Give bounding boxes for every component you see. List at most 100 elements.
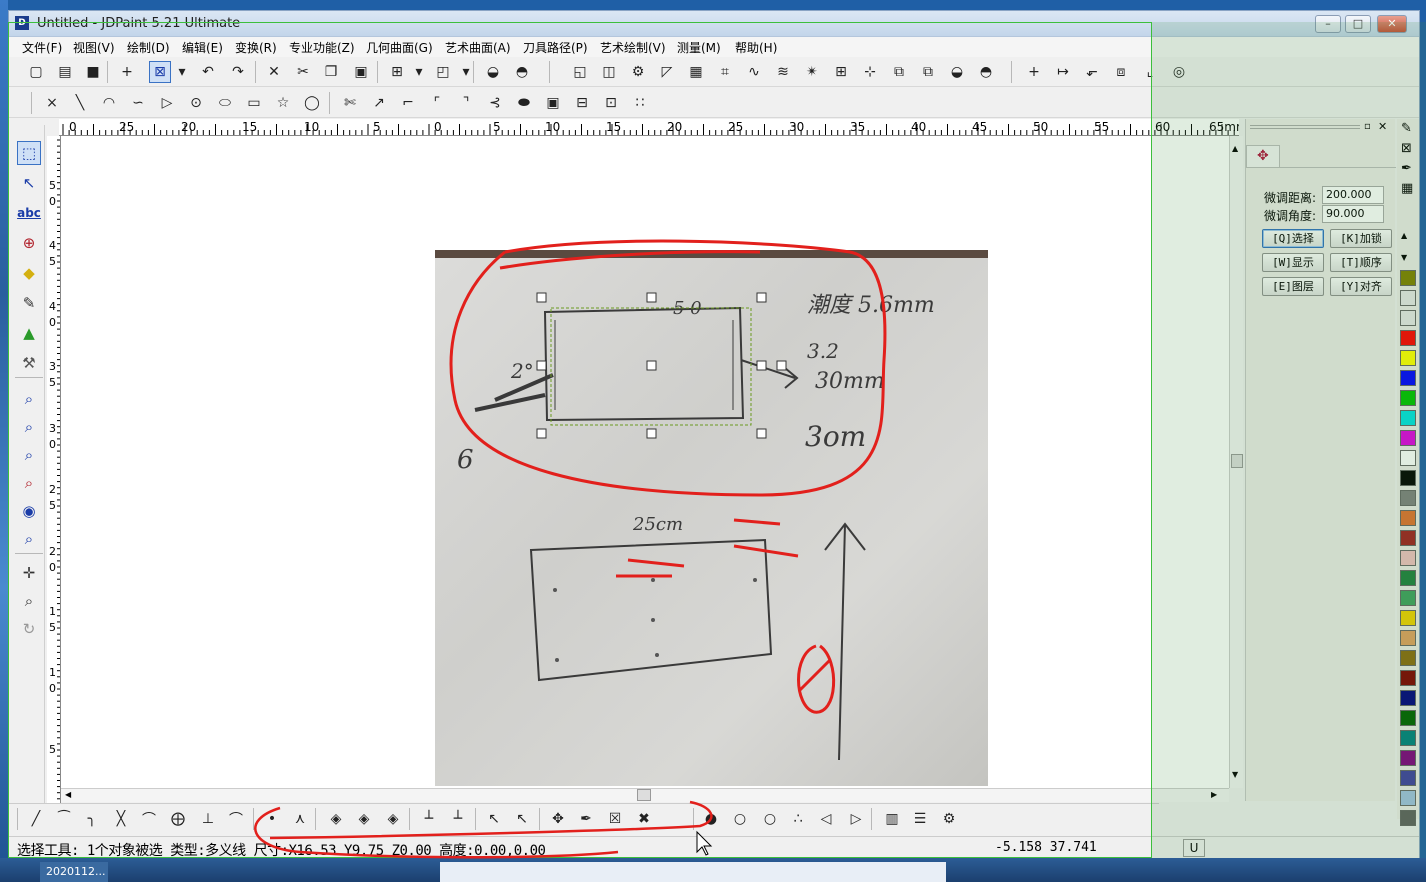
rotate-icon[interactable]: ⚙ — [627, 61, 649, 83]
undo-icon[interactable]: ↶ — [197, 61, 219, 83]
no-color-icon[interactable]: ⊠ — [1401, 141, 1412, 156]
palette-scroll-down-icon[interactable]: ▼ — [1401, 253, 1407, 262]
menu-item-4[interactable]: 变换(R) — [235, 39, 277, 56]
book-icon[interactable]: ▥ — [881, 808, 903, 830]
lock-k-button[interactable]: [K]加锁 — [1330, 229, 1392, 248]
wave-icon[interactable]: ≋ — [772, 61, 794, 83]
color-swatch[interactable] — [1400, 510, 1416, 526]
cut-icon[interactable]: ✂ — [292, 61, 314, 83]
menu-item-11[interactable]: 帮助(H) — [735, 39, 777, 56]
tangent-icon[interactable]: ⁀ — [53, 808, 75, 830]
eyedropper-icon[interactable]: ✒ — [1401, 161, 1412, 176]
node-icon[interactable]: ✴ — [801, 61, 823, 83]
taskbar-window-preview[interactable] — [440, 862, 946, 882]
layer-icon[interactable]: ⧉ — [888, 61, 910, 83]
scroll-down-icon[interactable]: ▼ — [1232, 770, 1238, 779]
diamond3-icon[interactable]: ◈ — [382, 808, 404, 830]
order-t-button[interactable]: [T]顺序 — [1330, 253, 1392, 272]
bulbs-icon[interactable]: ∴ — [787, 808, 809, 830]
bulb1-icon[interactable]: ○ — [729, 808, 751, 830]
delete-icon[interactable]: ✕ — [263, 61, 285, 83]
tangent2-icon[interactable]: ⌒ — [225, 808, 247, 830]
color-swatch[interactable] — [1400, 710, 1416, 726]
color-swatch[interactable] — [1400, 590, 1416, 606]
color-swatch[interactable] — [1400, 570, 1416, 586]
fillet-icon[interactable]: ⌐ — [397, 92, 419, 114]
crosshair-icon[interactable]: + — [116, 61, 138, 83]
circle-snap-icon[interactable]: ⨁ — [167, 808, 189, 830]
transform-tool-icon[interactable]: ⊕ — [17, 231, 41, 255]
color-swatch[interactable] — [1400, 310, 1416, 326]
color-swatch[interactable] — [1400, 290, 1416, 306]
color-swatch[interactable] — [1400, 670, 1416, 686]
color-swatch[interactable] — [1400, 770, 1416, 786]
maximize-button[interactable]: □ — [1345, 15, 1371, 33]
menu-item-8[interactable]: 刀具路径(P) — [523, 39, 588, 56]
panel-restore-icon[interactable]: ▫ — [1364, 121, 1371, 132]
extend-icon[interactable]: ↗ — [368, 92, 390, 114]
refresh-icon[interactable]: ↻ — [17, 617, 41, 641]
color-swatch[interactable] — [1400, 650, 1416, 666]
midpoint-icon[interactable]: ⋏ — [289, 808, 311, 830]
arc-snap-icon[interactable]: ╮ — [81, 808, 103, 830]
menu-item-1[interactable]: 视图(V) — [73, 39, 115, 56]
menu-item-7[interactable]: 艺术曲面(A) — [445, 39, 511, 56]
color-swatch[interactable] — [1400, 530, 1416, 546]
shade-icon[interactable]: ◒ — [482, 61, 504, 83]
spline-icon[interactable]: ∽ — [127, 92, 149, 114]
line-icon[interactable]: ╲ — [69, 92, 91, 114]
zoom-window-icon[interactable]: ⌕ — [17, 387, 41, 411]
measure-icon[interactable]: ↦ — [1052, 61, 1074, 83]
base2-icon[interactable]: ┴ — [447, 808, 469, 830]
redo-icon[interactable]: ↷ — [227, 61, 249, 83]
vertical-scrollbar[interactable]: ▲ ▼ — [1229, 136, 1243, 788]
selection-handles[interactable] — [536, 292, 787, 439]
scale-icon[interactable]: ◸ — [656, 61, 678, 83]
node-break-icon[interactable]: ∷ — [629, 92, 651, 114]
shade-solid-icon[interactable]: ◓ — [511, 61, 533, 83]
move-node-icon[interactable]: ✥ — [547, 808, 569, 830]
menu-item-9[interactable]: 艺术绘制(V) — [600, 39, 666, 56]
menu-item-10[interactable]: 测量(M) — [677, 39, 721, 56]
box-icon[interactable]: ⧈ — [1110, 61, 1132, 83]
axis-icon[interactable]: ⌞ — [1139, 61, 1161, 83]
color-swatch[interactable] — [1400, 410, 1416, 426]
color-swatch[interactable] — [1400, 330, 1416, 346]
mirror-icon[interactable]: ◫ — [598, 61, 620, 83]
node-link-icon[interactable]: ⊡ — [600, 92, 622, 114]
panel-close-icon[interactable]: ✕ — [1378, 120, 1387, 133]
horizontal-scrollbar[interactable]: ◀ ▶ — [61, 788, 1229, 802]
corner-icon[interactable]: ⌝ — [455, 92, 477, 114]
offset-icon[interactable]: ⊰ — [484, 92, 506, 114]
palette-icon[interactable]: ◎ — [1168, 61, 1190, 83]
endpoint-icon[interactable]: • — [261, 808, 283, 830]
color-swatch[interactable] — [1400, 690, 1416, 706]
mask2-icon[interactable]: ◓ — [975, 61, 997, 83]
knife-tool-icon[interactable]: ⚒ — [17, 351, 41, 375]
color-swatch[interactable] — [1400, 610, 1416, 626]
base1-icon[interactable]: ┴ — [418, 808, 440, 830]
menu-item-5[interactable]: 专业功能(Z) — [289, 39, 355, 56]
zoom-in-icon[interactable]: ⌕ — [17, 415, 41, 439]
panel-grip[interactable] — [1250, 125, 1360, 129]
color-swatch[interactable] — [1400, 630, 1416, 646]
panel-tab[interactable]: ✥ — [1246, 145, 1280, 167]
plus-icon[interactable]: + — [1023, 61, 1045, 83]
menu-item-0[interactable]: 文件(F) — [22, 39, 62, 56]
layer-e-button[interactable]: [E]图层 — [1262, 277, 1324, 296]
open-folder-icon[interactable]: ▤ — [54, 61, 76, 83]
color-swatch[interactable] — [1400, 450, 1416, 466]
show-w-button[interactable]: [W]显示 — [1262, 253, 1324, 272]
taskbar-item[interactable]: 2020112... — [40, 862, 108, 882]
group-icon[interactable]: ◱ — [569, 61, 591, 83]
line-snap-icon[interactable]: ╱ — [25, 808, 47, 830]
text-tool-icon[interactable]: abc — [17, 201, 41, 225]
title-bar[interactable]: D Untitled - JDPaint 5.21 Ultimate – □ ✕ — [9, 11, 1419, 37]
layer2-icon[interactable]: ⧉ — [917, 61, 939, 83]
color-swatch[interactable] — [1400, 470, 1416, 486]
curve-edit-icon[interactable]: ∿ — [743, 61, 765, 83]
green-ball-icon[interactable]: ● — [700, 808, 722, 830]
align-icon[interactable]: ⬐ — [1081, 61, 1103, 83]
ellipse-icon[interactable]: ⬭ — [214, 92, 236, 114]
circle-center-icon[interactable]: ⊙ — [185, 92, 207, 114]
